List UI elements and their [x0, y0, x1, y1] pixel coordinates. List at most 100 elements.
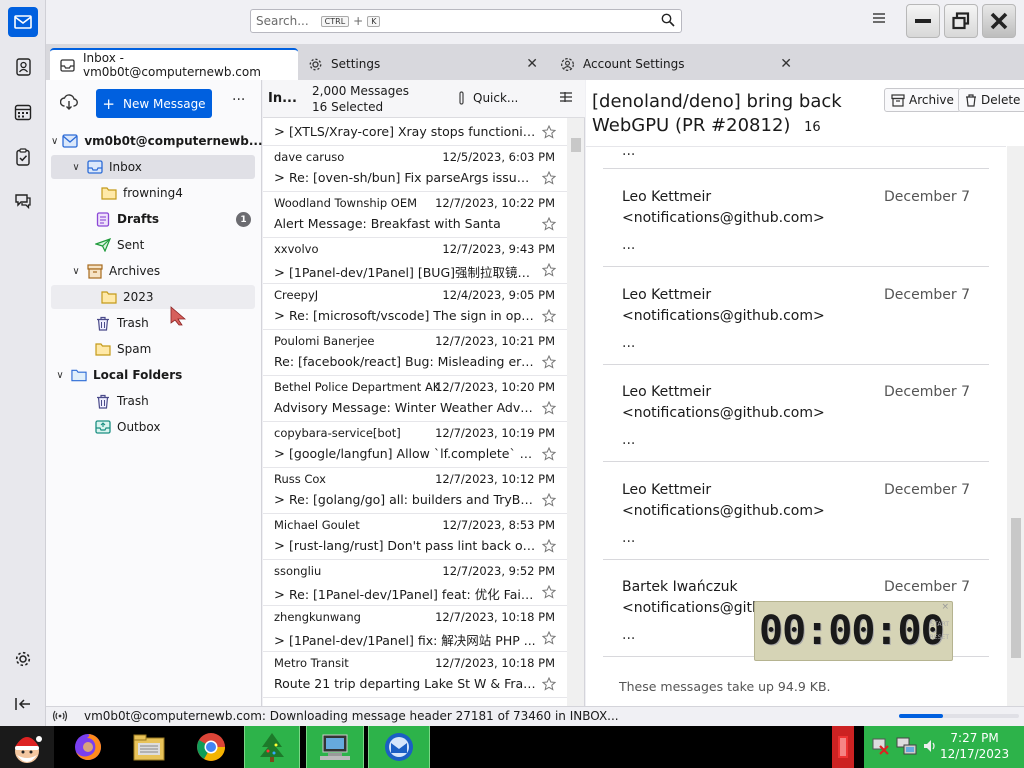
stopwatch-widget[interactable]: 00:00:00 × START RESET — [754, 601, 953, 661]
close-tab-icon[interactable]: ✕ — [526, 56, 538, 72]
folder-item[interactable]: ∨ Inbox — [51, 155, 255, 179]
message-row[interactable]: zhengkunwang 12/7/2023, 10:18 PM [1Panel-d… — [263, 606, 568, 652]
stopwatch-close-button[interactable]: × — [941, 602, 949, 612]
message-row[interactable]: Zhang San12/6/2023, 7:42 AM[XTLS/Xray-co… — [263, 118, 568, 146]
file-explorer-taskbar-icon[interactable] — [126, 726, 172, 768]
star-icon[interactable] — [541, 262, 557, 280]
twisty-icon[interactable]: ∨ — [69, 266, 83, 277]
folder-item[interactable]: ∨ Archives — [51, 259, 255, 283]
folder-item[interactable]: Trash — [51, 389, 255, 413]
star-icon[interactable] — [541, 354, 557, 372]
quick-filter-button[interactable]: Quick... — [459, 91, 518, 105]
thunderbird-taskbar-icon[interactable] — [368, 726, 430, 768]
devices-tray-icon[interactable] — [896, 736, 918, 761]
star-icon[interactable] — [541, 124, 557, 142]
firefox-taskbar-icon[interactable] — [66, 726, 110, 768]
message-row[interactable]: Michael Goulet 12/7/2023, 8:53 PM [rust-la… — [263, 514, 568, 560]
star-icon[interactable] — [541, 676, 557, 694]
trash-icon — [966, 93, 976, 107]
tab-account-settings[interactable]: Account Settings ✕ — [550, 48, 800, 80]
stopwatch-start-button[interactable]: START — [930, 618, 949, 631]
delete-button[interactable]: Delete — [958, 88, 1024, 112]
close-window-button[interactable] — [982, 4, 1016, 38]
taskbar-clock[interactable]: 7:27 PM 12/17/2023 — [940, 730, 1009, 762]
twisty-icon[interactable]: ∨ — [69, 162, 83, 173]
network-monitor-taskbar-icon[interactable] — [306, 726, 364, 768]
star-icon[interactable] — [541, 492, 557, 510]
tray-red-icon[interactable] — [832, 726, 854, 768]
scrollbar-thumb[interactable] — [571, 138, 581, 152]
display-options-icon[interactable] — [559, 91, 573, 106]
get-messages-icon[interactable] — [59, 94, 78, 113]
stopwatch-reset-button[interactable]: RESET — [930, 631, 949, 644]
archive-button[interactable]: Archive — [884, 88, 961, 112]
thread-scrollbar[interactable] — [567, 118, 584, 706]
star-icon[interactable] — [541, 308, 557, 326]
message-card[interactable]: Leo Kettmeir <notifications@github.com> De… — [603, 267, 989, 365]
star-icon[interactable] — [541, 630, 557, 648]
thread-pane-header: In... 2,000 Messages 16 Selected Quick..… — [263, 80, 585, 118]
message-row[interactable]: CreepyJ 12/4/2023, 9:05 PM Re: [microsoft/… — [263, 284, 568, 330]
message-date: 12/7/2023, 10:22 PM — [435, 196, 555, 210]
message-card[interactable]: Leo Kettmeir <notifications@github.com> De… — [603, 169, 989, 267]
close-tab-icon[interactable]: ✕ — [780, 56, 792, 72]
message-scrollbar[interactable] — [1007, 146, 1024, 706]
message-date: 12/4/2023, 9:05 PM — [442, 288, 555, 302]
message-row[interactable]: dave caruso 12/5/2023, 6:03 PM Re: [oven-s… — [263, 146, 568, 192]
app-menu-icon[interactable] — [872, 12, 886, 27]
settings-gear-icon[interactable] — [8, 644, 38, 674]
message-row[interactable]: ssongliu 12/7/2023, 9:52 PM Re: [1Panel-de… — [263, 560, 568, 606]
tab-inbox[interactable]: Inbox - vm0b0t@computernewb.com — [50, 48, 298, 80]
folder-item[interactable]: Drafts 1 — [51, 207, 255, 231]
scrollbar-thumb[interactable] — [1011, 518, 1021, 658]
folder-item[interactable]: Outbox — [51, 415, 255, 439]
folder-item[interactable]: ∨ vm0b0t@computernewb... — [51, 129, 263, 153]
minimize-button[interactable] — [906, 4, 940, 38]
folder-item[interactable]: Sent — [51, 233, 255, 257]
folder-item[interactable]: 2023 — [51, 285, 255, 309]
network-tray-icon[interactable] — [872, 738, 890, 759]
star-icon[interactable] — [541, 446, 557, 464]
address-book-icon[interactable] — [8, 52, 38, 82]
twisty-icon[interactable]: ∨ — [51, 136, 58, 147]
new-message-button[interactable]: + New Message — [96, 89, 212, 118]
message-row[interactable]: Russ Cox 12/7/2023, 10:12 PM Re: [golang/g… — [263, 468, 568, 514]
message-subject: Re: [facebook/react] Bug: Misleading err… — [274, 354, 536, 369]
star-icon[interactable] — [541, 216, 557, 234]
folder-item[interactable]: Trash — [51, 311, 255, 335]
star-icon[interactable] — [541, 538, 557, 556]
folder-pane-options-button[interactable]: ··· — [232, 92, 245, 108]
archive-icon — [87, 263, 103, 279]
volume-tray-icon[interactable] — [922, 738, 938, 757]
message-card[interactable]: ... — [603, 147, 989, 169]
star-icon[interactable] — [541, 170, 557, 188]
message-row[interactable]: Bethel Police Department AK 12/7/2023, 10… — [263, 376, 568, 422]
message-row[interactable]: copybara-service[bot] 12/7/2023, 10:19 PM… — [263, 422, 568, 468]
collapse-spaces-icon[interactable] — [8, 689, 38, 719]
folder-item[interactable]: Spam — [51, 337, 255, 361]
message-card[interactable]: Leo Kettmeir <notifications@github.com> De… — [603, 364, 989, 462]
chrome-taskbar-icon[interactable] — [188, 726, 234, 768]
tree-taskbar-icon[interactable] — [244, 726, 300, 768]
message-row[interactable]: Poulomi Banerjee 12/7/2023, 10:21 PM Re: [… — [263, 330, 568, 376]
message-card[interactable]: Leo Kettmeir <notifications@github.com> De… — [603, 462, 989, 560]
message-row[interactable]: Woodland Township OEM 12/7/2023, 10:22 PM… — [263, 192, 568, 238]
tab-settings[interactable]: Settings ✕ — [298, 48, 546, 80]
mail-space-icon[interactable] — [8, 7, 38, 37]
chat-icon[interactable] — [8, 186, 38, 216]
search-icon[interactable] — [661, 13, 675, 30]
start-button[interactable] — [0, 726, 54, 768]
twisty-icon[interactable]: ∨ — [53, 370, 67, 381]
star-icon[interactable] — [541, 584, 557, 602]
message-row[interactable]: Metro Transit 12/7/2023, 10:18 PM Route 21… — [263, 652, 568, 698]
message-row[interactable]: xxvolvo 12/7/2023, 9:43 PM [1Panel-dev/1Pa… — [263, 238, 568, 284]
message-date: 12/5/2023, 6:03 PM — [442, 150, 555, 164]
global-search-input[interactable]: Search... CTRL + K — [250, 9, 682, 33]
folder-item[interactable]: ∨ Local Folders — [51, 363, 255, 387]
star-icon[interactable] — [541, 400, 557, 418]
restore-button[interactable] — [944, 4, 978, 38]
card-sender: Leo Kettmeir <notifications@github.com> — [622, 187, 825, 229]
tasks-icon[interactable] — [8, 142, 38, 172]
calendar-icon[interactable] — [8, 97, 38, 127]
folder-item[interactable]: frowning4 — [51, 181, 255, 205]
